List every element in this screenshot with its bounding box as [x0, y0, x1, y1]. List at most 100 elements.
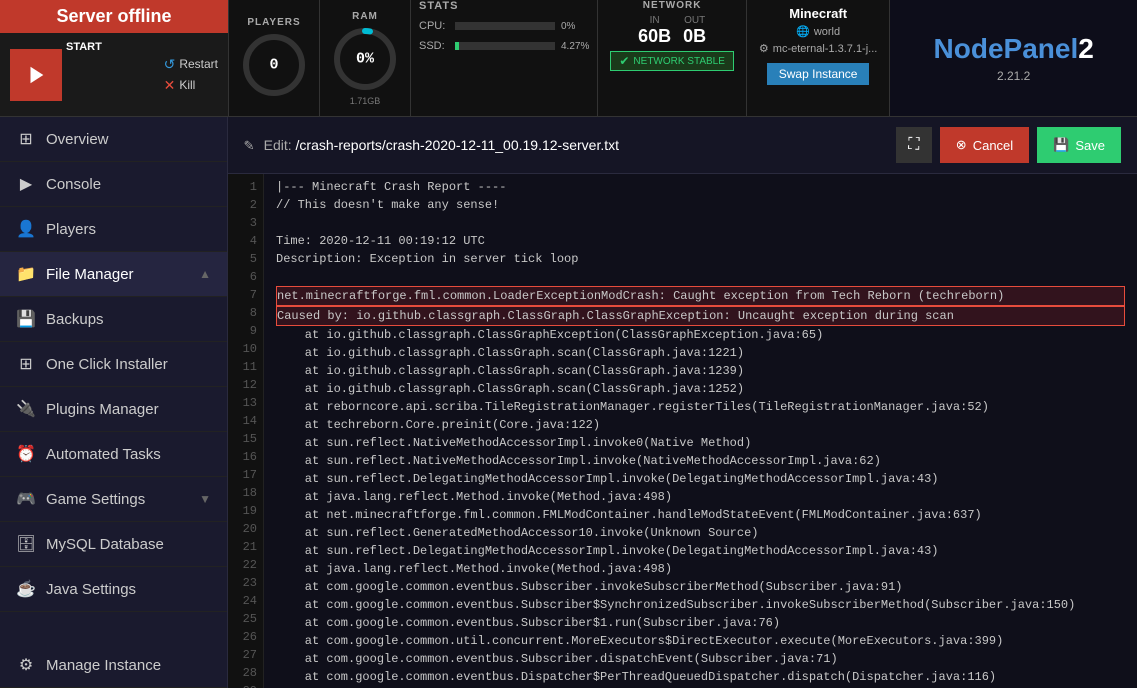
sidebar-java-label: Java Settings [46, 581, 136, 598]
nodepanel-version: 2.21.2 [997, 69, 1030, 83]
cpu-bar-bg [455, 22, 555, 30]
nodepanel-2: 2 [1078, 33, 1094, 64]
edit-pencil-icon: ✎ [244, 135, 254, 155]
players-section: PLAYERS 0 [228, 0, 319, 116]
mc-version-row: ⚙ mc-eternal-1.3.7.1-j... [759, 42, 877, 55]
chevron-down-icon: ▼ [199, 492, 211, 506]
edit-path: Edit: /crash-reports/crash-2020-12-11_00… [264, 137, 619, 153]
net-out-label: OUT [684, 15, 705, 26]
person-icon: 👤 [16, 219, 36, 239]
sidebar: ⊞ Overview ▶ Console 👤 Players 📁 File Ma… [0, 117, 228, 688]
ssd-bar-fill [455, 42, 459, 50]
sidebar-gamesettings-label: Game Settings [46, 491, 145, 508]
cpu-row: CPU: 0% [419, 20, 589, 32]
mc-version-value: mc-eternal-1.3.7.1-j... [773, 43, 878, 55]
players-circle: 0 [239, 30, 309, 100]
cpu-pct: 0% [561, 21, 575, 32]
kill-icon: ✕ [164, 77, 176, 94]
sidebar-item-file-manager[interactable]: 📁 File Manager ▲ [0, 252, 227, 297]
settings-icon: ⚙ [16, 655, 36, 675]
restart-button[interactable]: ↺ Restart [164, 56, 218, 73]
cancel-icon: ⊗ [956, 137, 967, 153]
sidebar-item-backups[interactable]: 💾 Backups [0, 297, 227, 342]
gear-icon: ⚙ [759, 42, 769, 55]
edit-word: Edit: [264, 137, 292, 153]
edit-file-path: /crash-reports/crash-2020-12-11_00.19.12… [296, 137, 619, 153]
ram-label: RAM [352, 11, 378, 22]
sidebar-plugins-label: Plugins Manager [46, 401, 159, 418]
sidebar-item-one-click[interactable]: ⊞ One Click Installer [0, 342, 227, 387]
edit-header: ✎ Edit: /crash-reports/crash-2020-12-11_… [228, 117, 1137, 174]
sidebar-item-automated[interactable]: ⏰ Automated Tasks [0, 432, 227, 477]
sidebar-item-mysql[interactable]: 🗄 MySQL Database [0, 522, 227, 567]
mc-world-row: 🌐 world [796, 25, 840, 38]
start-restart-kill-area: START ↺ Restart ✕ Kill [0, 33, 228, 116]
sidebar-item-java[interactable]: ☕ Java Settings [0, 567, 227, 612]
backup-icon: 💾 [16, 309, 36, 329]
clock-icon: ⏰ [16, 444, 36, 464]
content-area: ✎ Edit: /crash-reports/crash-2020-12-11_… [228, 117, 1137, 688]
grid-icon: ⊞ [16, 129, 36, 149]
restart-kill-group: ↺ Restart ✕ Kill [164, 56, 218, 94]
globe-icon: 🌐 [796, 25, 810, 38]
stats-bars: STATS CPU: 0% SSD: 4.27% [410, 0, 598, 116]
fullscreen-button[interactable]: ⛶ [896, 127, 932, 163]
nodepanel-text: NodePanel [934, 33, 1079, 64]
start-button[interactable] [10, 49, 62, 101]
kill-button[interactable]: ✕ Kill [164, 77, 218, 94]
sidebar-item-manage[interactable]: ⚙ Manage Instance [0, 643, 227, 688]
ssd-bar-bg [455, 42, 555, 50]
sidebar-players-label: Players [46, 221, 96, 238]
network-block: NETWORK IN 60B OUT 0B ✔ NETWORK STABLE [598, 0, 747, 116]
folder-icon: 📁 [16, 264, 36, 284]
sidebar-oneclick-label: One Click Installer [46, 356, 168, 373]
db-icon: 🗄 [16, 534, 36, 554]
server-offline-banner: Server offline [0, 0, 228, 33]
cancel-button[interactable]: ⊗ Cancel [940, 127, 1029, 163]
server-status-block: Server offline START ↺ Restart ✕ Kill [0, 0, 228, 116]
chevron-up-icon: ▲ [199, 267, 211, 281]
ram-gauge: RAM 0% 1.71GB [330, 11, 400, 106]
players-label: PLAYERS [247, 17, 300, 28]
sidebar-item-players[interactable]: 👤 Players [0, 207, 227, 252]
cancel-label: Cancel [973, 138, 1013, 153]
sidebar-spacer [0, 612, 227, 643]
apps-icon: ⊞ [16, 354, 36, 374]
players-gauge: PLAYERS 0 [239, 17, 309, 100]
ram-sub: 1.71GB [350, 96, 381, 106]
ssd-pct: 4.27% [561, 41, 589, 52]
net-in-value: 60B [638, 26, 671, 47]
ssd-label: SSD: [419, 40, 449, 52]
cpu-label: CPU: [419, 20, 449, 32]
ram-section: RAM 0% 1.71GB [319, 0, 410, 116]
nodepanel-block: NodePanel2 2.21.2 [890, 0, 1137, 116]
sidebar-item-game-settings[interactable]: 🎮 Game Settings ▼ [0, 477, 227, 522]
sidebar-backups-label: Backups [46, 311, 104, 328]
code-area[interactable]: |--- Minecraft Crash Report ----// This … [264, 174, 1137, 688]
swap-instance-button[interactable]: Swap Instance [767, 63, 870, 85]
save-label: Save [1075, 138, 1105, 153]
sidebar-manage-label: Manage Instance [46, 657, 161, 674]
sidebar-item-overview[interactable]: ⊞ Overview [0, 117, 227, 162]
gamepad-icon: 🎮 [16, 489, 36, 509]
network-stable-badge: ✔ NETWORK STABLE [610, 51, 734, 71]
main-area: ⊞ Overview ▶ Console 👤 Players 📁 File Ma… [0, 117, 1137, 688]
start-label: START [66, 39, 102, 53]
sidebar-console-label: Console [46, 176, 101, 193]
net-out-value: 0B [683, 26, 706, 47]
sidebar-overview-label: Overview [46, 131, 109, 148]
network-stable-icon: ✔ [619, 54, 629, 68]
sidebar-item-console[interactable]: ▶ Console [0, 162, 227, 207]
nodepanel-logo: NodePanel2 [934, 33, 1094, 65]
terminal-icon: ▶ [16, 174, 36, 194]
save-button[interactable]: 💾 Save [1037, 127, 1121, 163]
players-value: 0 [269, 56, 278, 73]
mc-world-value: world [814, 26, 840, 38]
minecraft-title: Minecraft [789, 6, 847, 21]
network-title: NETWORK [643, 0, 702, 11]
ram-value: 0% [356, 50, 374, 67]
line-numbers: 1234567891011121314151617181920212223242… [228, 174, 264, 688]
sidebar-item-plugins[interactable]: 🔌 Plugins Manager [0, 387, 227, 432]
net-in-col: IN 60B [638, 15, 671, 47]
stats-title: STATS [419, 0, 589, 12]
